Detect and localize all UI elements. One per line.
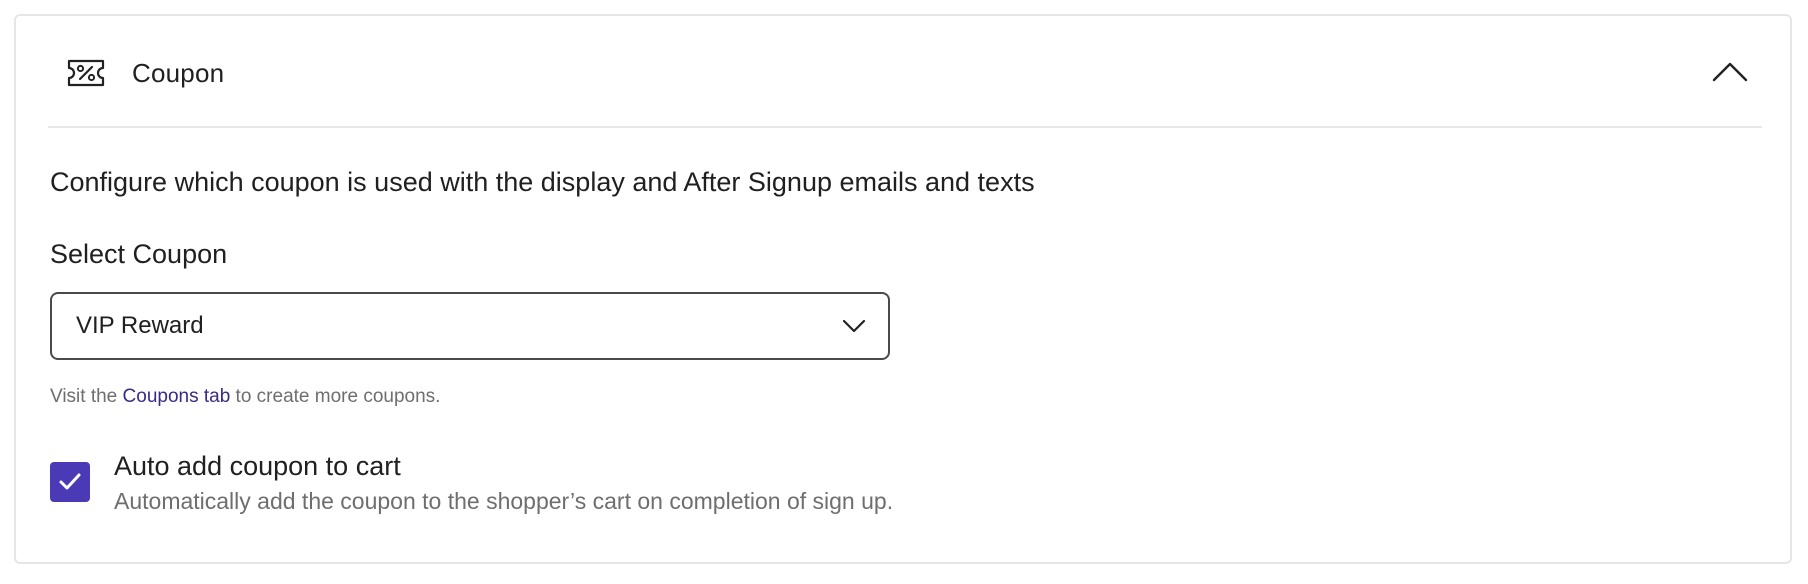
chevron-up-icon xyxy=(1712,62,1748,82)
coupons-tab-link[interactable]: Coupons tab xyxy=(123,386,231,407)
checkmark-icon xyxy=(59,473,81,490)
coupon-settings-card: Coupon Configure which coupon is used wi… xyxy=(14,14,1792,564)
hint-prefix: Visit the xyxy=(50,386,123,407)
select-coupon-label: Select Coupon xyxy=(50,239,228,269)
chevron-down-icon xyxy=(842,319,866,333)
hint-suffix: to create more coupons. xyxy=(230,386,441,407)
coupon-select-value: VIP Reward xyxy=(76,312,204,339)
coupons-hint: Visit the Coupons tab to create more cou… xyxy=(50,384,440,410)
coupon-ticket-icon xyxy=(67,59,105,87)
collapse-button[interactable] xyxy=(1708,54,1752,90)
card-header[interactable]: Coupon xyxy=(48,16,1762,128)
coupon-select[interactable]: VIP Reward xyxy=(50,292,890,360)
auto-add-checkbox[interactable] xyxy=(50,462,90,502)
section-title: Coupon xyxy=(132,58,225,88)
section-description: Configure which coupon is used with the … xyxy=(50,167,1035,197)
auto-add-label: Auto add coupon to cart xyxy=(114,451,401,481)
auto-add-description: Automatically add the coupon to the shop… xyxy=(114,488,894,514)
